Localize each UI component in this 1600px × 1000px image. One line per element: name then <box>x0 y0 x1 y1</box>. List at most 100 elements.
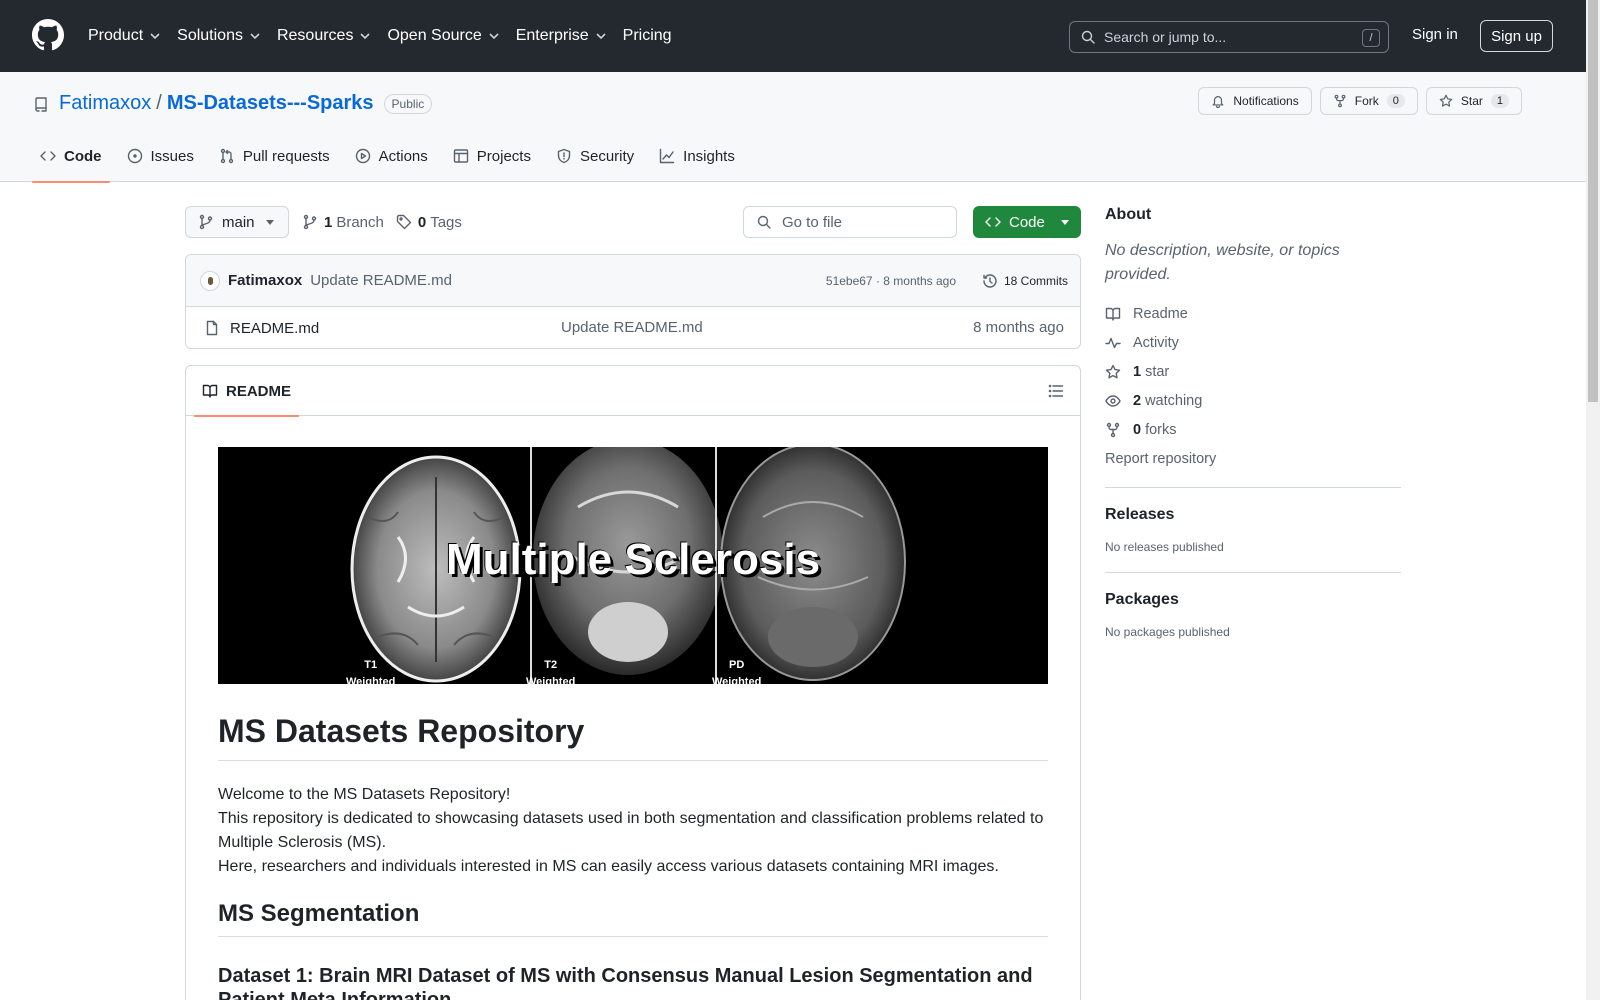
chevron-down-icon <box>596 33 606 40</box>
link-label: Activity <box>1133 334 1179 351</box>
tags-link[interactable]: 0 Tags <box>396 214 462 231</box>
code-dropdown-button[interactable]: Code <box>973 206 1081 238</box>
branch-label: Branch <box>336 213 384 231</box>
fork-count: 0 <box>1386 94 1405 108</box>
readme-heading-2: MS Segmentation <box>218 900 1048 937</box>
tab-label: Issues <box>150 147 194 165</box>
t2-label: T2 Weighted <box>526 659 576 684</box>
nav-enterprise[interactable]: Enterprise <box>516 27 607 45</box>
nav-product[interactable]: Product <box>88 27 161 45</box>
link-count: 1 <box>1133 363 1142 380</box>
nav-open-source[interactable]: Open Source <box>387 27 499 45</box>
file-age: 8 months ago <box>973 319 1064 336</box>
global-search-input[interactable]: Search or jump to... / <box>1069 21 1389 53</box>
caret-down-icon <box>1061 220 1069 225</box>
pd-label: PD Weighted <box>712 659 762 684</box>
star-count: 1 <box>1490 94 1509 108</box>
repo-icon <box>35 96 47 112</box>
chevron-down-icon <box>150 33 160 40</box>
commit-hash-time[interactable]: 51ebe67 · 8 months ago <box>826 274 956 288</box>
tab-insights[interactable]: Insights <box>651 130 743 182</box>
tab-security[interactable]: Security <box>548 130 642 182</box>
bell-icon <box>1212 96 1224 108</box>
tab-issues[interactable]: Issues <box>119 130 202 182</box>
nav-pricing[interactable]: Pricing <box>623 27 672 45</box>
readme-line: Welcome to the MS Datasets Repository! <box>218 786 511 803</box>
nav-label: Product <box>88 27 144 44</box>
page-scrollbar[interactable] <box>1586 0 1600 1000</box>
table-icon <box>453 149 468 163</box>
watchers-link[interactable]: 2 watching <box>1105 386 1401 415</box>
search-icon <box>757 215 771 229</box>
scrollbar-thumb[interactable] <box>1588 0 1598 402</box>
tab-label: Pull requests <box>242 147 330 165</box>
github-logo-icon[interactable] <box>32 19 64 51</box>
repo-owner-link[interactable]: Fatimaxox <box>59 92 151 115</box>
tab-label: Projects <box>476 147 531 165</box>
repo-name-link[interactable]: MS-Datasets---Sparks <box>167 92 374 115</box>
sign-up-button[interactable]: Sign up <box>1480 20 1553 52</box>
tab-label: Actions <box>378 147 428 165</box>
latest-commit-row: Fatimaxox Update README.md 51ebe67 · 8 m… <box>186 255 1080 307</box>
commit-message[interactable]: Update README.md <box>310 272 452 289</box>
readme-tab[interactable]: README <box>194 366 300 417</box>
graph-icon <box>659 148 675 164</box>
avatar[interactable] <box>200 270 220 291</box>
book-icon <box>202 384 218 398</box>
fork-icon <box>1106 422 1120 437</box>
tab-label: Code <box>64 147 102 165</box>
tab-pull-requests[interactable]: Pull requests <box>211 130 338 182</box>
chevron-down-icon <box>360 33 371 40</box>
table-row[interactable]: README.md Update README.md 8 months ago <box>186 307 1080 348</box>
nav-label: Resources <box>276 27 354 44</box>
releases-title[interactable]: Releases <box>1105 506 1401 524</box>
fork-button[interactable]: Fork 0 <box>1319 87 1418 115</box>
nav-resources[interactable]: Resources <box>277 27 371 45</box>
branches-link[interactable]: 1 Branch <box>302 214 384 231</box>
readme-line: Here, researchers and individuals intere… <box>218 858 999 875</box>
sidebar-divider <box>1105 487 1401 488</box>
shield-icon <box>557 148 571 164</box>
nav-solutions[interactable]: Solutions <box>177 27 261 45</box>
branch-selector[interactable]: main <box>185 206 289 238</box>
code-icon <box>40 151 56 161</box>
tab-actions[interactable]: Actions <box>347 130 436 182</box>
activity-link[interactable]: Activity <box>1105 328 1401 357</box>
branch-count: 1 <box>324 213 333 231</box>
t1-label: T1 Weighted <box>346 659 396 684</box>
stars-link[interactable]: 1 star <box>1105 357 1401 386</box>
banner-title: Multiple Sclerosis <box>445 535 821 584</box>
file-commit-message[interactable]: Update README.md <box>561 319 703 336</box>
chevron-down-icon <box>250 33 260 40</box>
tag-icon <box>396 214 412 230</box>
table-of-contents-icon[interactable] <box>1048 383 1064 399</box>
go-to-file-input[interactable]: Go to file <box>743 206 957 238</box>
about-description: No description, website, or topics provi… <box>1105 242 1340 283</box>
link-label: star <box>1145 363 1170 380</box>
readme-link[interactable]: Readme <box>1105 299 1401 328</box>
notifications-button[interactable]: Notifications <box>1198 87 1312 115</box>
forks-link[interactable]: 0 forks <box>1105 415 1401 444</box>
tab-projects[interactable]: Projects <box>445 130 539 182</box>
commits-link[interactable]: 18 Commits <box>982 268 1068 294</box>
readme-intro: Welcome to the MS Datasets Repository! T… <box>218 783 1048 879</box>
sign-in-link[interactable]: Sign in <box>1412 26 1458 43</box>
tab-code[interactable]: Code <box>32 130 110 183</box>
chevron-down-icon <box>489 33 499 40</box>
readme-panel: README Multiple Sclerosis T1 Weighted T2… <box>185 365 1081 1000</box>
tag-label: Tags <box>430 213 462 231</box>
pull-request-icon <box>220 148 234 164</box>
report-repository-link[interactable]: Report repository <box>1105 444 1401 473</box>
code-icon <box>985 217 1001 227</box>
star-button[interactable]: Star 1 <box>1425 87 1522 115</box>
nav-label: Open Source <box>387 27 482 44</box>
caret-down-icon <box>266 220 274 225</box>
file-list: Fatimaxox Update README.md 51ebe67 · 8 m… <box>185 254 1081 349</box>
packages-title[interactable]: Packages <box>1105 591 1401 609</box>
fork-icon <box>1334 94 1346 108</box>
file-name[interactable]: README.md <box>230 320 319 337</box>
commit-author[interactable]: Fatimaxox <box>228 272 302 289</box>
readme-heading-1: MS Datasets Repository <box>218 713 1048 761</box>
pulse-icon <box>1105 337 1121 348</box>
branch-icon <box>303 214 317 230</box>
